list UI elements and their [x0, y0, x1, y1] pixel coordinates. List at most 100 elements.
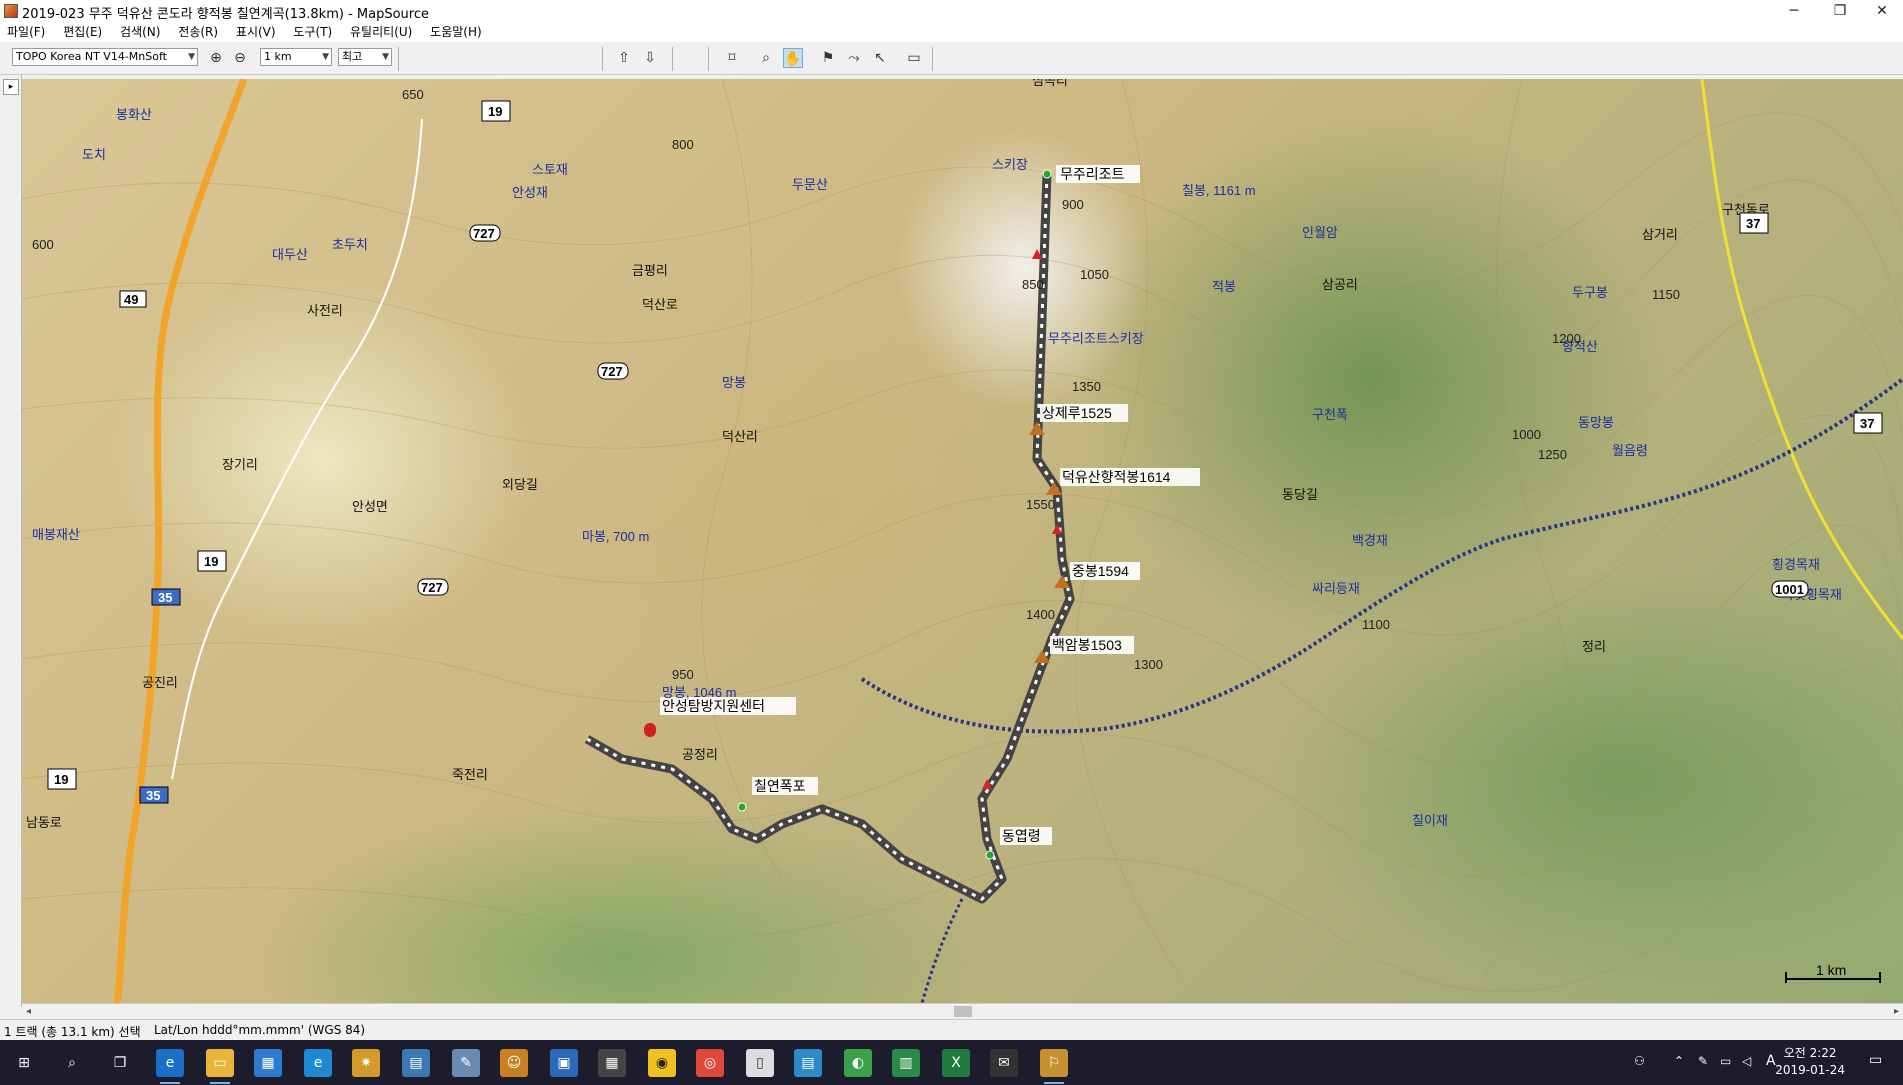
edge-browser-icon[interactable]: e — [156, 1049, 184, 1084]
scale-bar: 1 km — [1785, 962, 1881, 983]
clock-date: 2019-01-24 — [1775, 1063, 1845, 1077]
excel-icon[interactable]: X — [942, 1049, 970, 1077]
road-shield: 727 — [473, 226, 495, 241]
horizontal-scrollbar[interactable]: ◂ ▸ — [22, 1003, 1903, 1019]
contour-label: 600 — [32, 237, 54, 252]
scale-bar-label: 1 km — [1816, 962, 1846, 978]
place-label: 백경재 — [1352, 533, 1388, 548]
chrome-icon[interactable]: ◎ — [696, 1049, 724, 1077]
file-explorer-icon[interactable]: ▭ — [206, 1049, 234, 1084]
menu-transfer[interactable]: 전송(R) — [171, 22, 225, 42]
road-shield: 49 — [124, 292, 138, 307]
send-to-device-icon[interactable]: ⇩ — [640, 48, 660, 68]
menu-search[interactable]: 검색(N) — [113, 22, 167, 42]
place-label: 인월암 — [1302, 225, 1338, 240]
taskbar-clock[interactable]: 오전 2:22 2019-01-24 — [1775, 1045, 1845, 1079]
app-icon[interactable]: ▥ — [892, 1049, 920, 1077]
place-label: 공진리 — [142, 675, 178, 690]
distance-tool-icon[interactable]: ▭ — [904, 48, 924, 68]
contour-label: 1100 — [1362, 617, 1390, 632]
map-product-select[interactable]: TOPO Korea NT V14-MnSoft ▼ — [12, 48, 198, 66]
menu-edit[interactable]: 편집(E) — [56, 22, 109, 42]
app-icon[interactable]: ◐ — [844, 1049, 872, 1077]
place-label: 정리 — [1582, 639, 1606, 654]
hand-tool-icon[interactable]: ✋ — [783, 48, 803, 68]
zoom-out-icon[interactable]: ⊖ — [230, 48, 250, 68]
scroll-thumb[interactable] — [954, 1006, 972, 1017]
mail-icon[interactable]: ✉ — [990, 1049, 1018, 1077]
menu-file[interactable]: 파일(F) — [0, 22, 52, 42]
selection-tool-icon[interactable]: ↖ — [870, 48, 890, 68]
app-icon[interactable]: ▤ — [794, 1049, 822, 1077]
hiking-track-dots — [586, 173, 1072, 901]
mapsource-taskbar-icon[interactable]: ⚐ — [1040, 1049, 1068, 1084]
app-icon[interactable]: ▣ — [550, 1049, 578, 1077]
scroll-left-icon[interactable]: ◂ — [26, 1004, 31, 1019]
track-label: 안성탐방지원센터 — [662, 698, 765, 714]
menu-view[interactable]: 표시(V) — [229, 22, 283, 42]
ime-indicator[interactable]: A — [1766, 1053, 1776, 1069]
calculator-icon[interactable]: ▦ — [598, 1049, 626, 1077]
place-label: 스토재 — [532, 162, 568, 177]
start-icon[interactable]: ⊞ — [10, 1049, 38, 1077]
detail-select[interactable]: 최고 ▼ — [338, 48, 392, 66]
road-19 — [171, 118, 423, 780]
road-shield: 1001 — [1775, 582, 1804, 597]
maximize-button[interactable]: ❐ — [1817, 0, 1863, 22]
map-tool-icon[interactable]: ⌑ — [722, 48, 742, 68]
toolbar-divider — [708, 47, 709, 71]
route-tool-icon[interactable]: ⤳ — [844, 48, 864, 68]
app-icon[interactable]: ▤ — [402, 1049, 430, 1077]
people-icon[interactable]: ⚇ — [1634, 1054, 1645, 1068]
toolbar-divider — [672, 47, 673, 71]
app-icon[interactable]: ☺ — [500, 1049, 528, 1077]
volume-icon[interactable]: ◁ — [1742, 1054, 1751, 1068]
place-label: 도치 — [82, 147, 106, 162]
hiking-track[interactable] — [584, 173, 1075, 904]
tray-chevron-icon[interactable]: ⌃ — [1674, 1054, 1684, 1068]
internet-explorer-icon[interactable]: e — [304, 1049, 332, 1077]
search-icon[interactable]: ⌕ — [58, 1049, 86, 1077]
place-label: 외당길 — [502, 477, 538, 492]
close-button[interactable]: ✕ — [1859, 0, 1903, 22]
waypoint-tool-icon[interactable]: ⚑ — [818, 48, 838, 68]
menu-help[interactable]: 도움말(H) — [423, 22, 489, 42]
menu-tools[interactable]: 도구(T) — [286, 22, 339, 42]
place-label: 공정리 — [682, 747, 718, 762]
expand-panel-button[interactable]: ▸ — [3, 79, 19, 95]
receive-from-device-icon[interactable]: ⇧ — [614, 48, 634, 68]
contour-label: 1050 — [1080, 267, 1109, 282]
app-icon[interactable]: ✎ — [452, 1049, 480, 1077]
status-bar: 1 트랙 (총 13.1 km) 선택 Lat/Lon hddd°mm.mmm'… — [0, 1019, 1903, 1039]
kakaotalk-icon[interactable]: ◉ — [648, 1049, 676, 1077]
place-label: 남동로 — [26, 815, 62, 830]
zoom-scale-select[interactable]: 1 km ▼ — [260, 48, 332, 66]
notification-icon[interactable]: ▭ — [1869, 1052, 1889, 1070]
contour-label: 1350 — [1072, 379, 1101, 394]
topo-map-view[interactable]: 무주리조트 상제루1525 덕유산향적봉1614 중봉1594 백암봉1503 … — [22, 79, 1903, 1003]
minimize-button[interactable]: ─ — [1771, 0, 1817, 22]
app-icon[interactable]: ✷ — [352, 1049, 380, 1077]
chevron-down-icon: ▼ — [382, 52, 389, 62]
place-label: 칠이재 — [1412, 813, 1448, 828]
road-shield: 727 — [421, 580, 443, 595]
task-view-icon[interactable]: ❐ — [106, 1049, 134, 1077]
map-canvas[interactable]: 무주리조트 상제루1525 덕유산향적봉1614 중봉1594 백암봉1503 … — [22, 79, 1903, 1003]
contour-label: 1300 — [1134, 657, 1163, 672]
road-shield: 37 — [1860, 416, 1874, 431]
road-shield: 35 — [158, 590, 172, 605]
network-icon[interactable]: ▭ — [1720, 1054, 1731, 1068]
contour-label: 900 — [1062, 197, 1084, 212]
place-label: 구천폭 — [1312, 407, 1348, 422]
menu-utilities[interactable]: 유틸리티(U) — [343, 22, 419, 42]
track-label: 덕유산향적봉1614 — [1062, 469, 1171, 485]
document-icon[interactable]: ▯ — [746, 1049, 774, 1077]
scroll-right-icon[interactable]: ▸ — [1894, 1004, 1899, 1019]
store-icon[interactable]: ▦ — [254, 1049, 282, 1077]
pen-icon[interactable]: ✎ — [1698, 1054, 1708, 1068]
place-label: 망봉 — [722, 375, 746, 390]
place-label: 스키장 — [992, 157, 1028, 172]
chevron-down-icon: ▼ — [188, 52, 195, 62]
zoom-tool-icon[interactable]: ⌕ — [756, 48, 776, 68]
zoom-in-icon[interactable]: ⊕ — [206, 48, 226, 68]
